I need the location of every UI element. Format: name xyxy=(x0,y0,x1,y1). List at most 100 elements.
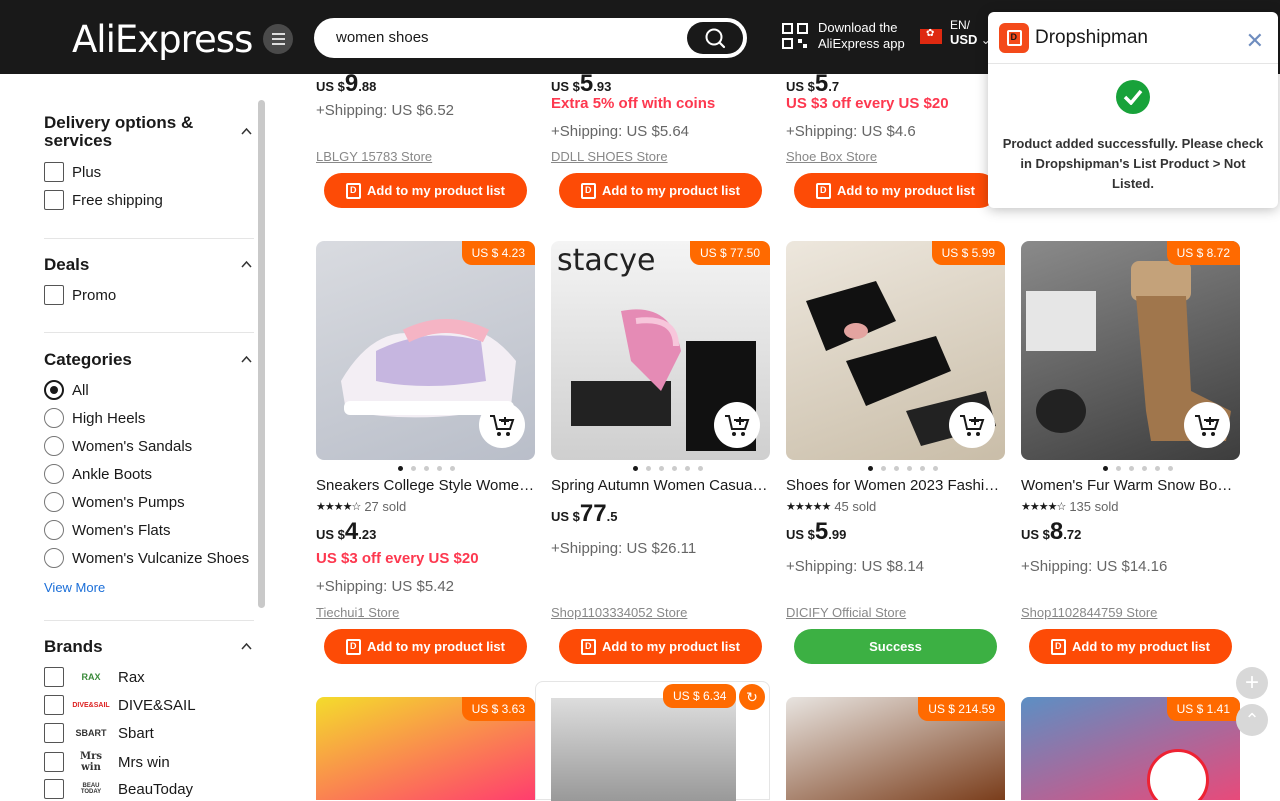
store-link[interactable]: DICIFY Official Store xyxy=(786,605,906,620)
brand-label: Mrs win xyxy=(118,753,170,771)
add-to-cart-button[interactable] xyxy=(714,402,760,448)
menu-button[interactable] xyxy=(263,24,293,54)
category-all[interactable]: All xyxy=(44,380,89,400)
add-floating-button[interactable]: + xyxy=(1236,667,1268,699)
deals-title: Deals xyxy=(44,255,90,274)
image-carousel-dots[interactable] xyxy=(868,466,938,471)
brand-beautoday[interactable]: BEAU TODAY BeauToday xyxy=(44,779,193,799)
brands-section-header[interactable]: Brands xyxy=(44,638,254,658)
brand-label: Sbart xyxy=(118,724,154,742)
category-womens-vulcanize-shoes[interactable]: Women's Vulcanize Shoes xyxy=(44,548,249,568)
radio[interactable] xyxy=(44,408,64,428)
brand-dive-sail[interactable]: DIVE&SAIL DIVE&SAIL xyxy=(44,695,196,715)
image-carousel-dots[interactable] xyxy=(1103,466,1173,471)
scroll-to-top-button[interactable]: ⌃ xyxy=(1236,704,1268,736)
product-title[interactable]: Women's Fur Warm Snow Boots... xyxy=(1021,477,1240,494)
product-card[interactable]: US $ 5.99 Shoes for Women 2023 Fashion..… xyxy=(786,241,1005,665)
product-title[interactable]: Shoes for Women 2023 Fashion... xyxy=(786,477,1005,494)
store-link[interactable]: LBLGY 15783 Store xyxy=(316,149,432,164)
product-card[interactable]: stacye US $ 77.50 Spring Autumn Women Ca… xyxy=(551,241,770,665)
radio[interactable] xyxy=(44,520,64,540)
sidebar-scrollbar[interactable] xyxy=(258,100,265,608)
product-image[interactable] xyxy=(551,698,736,801)
product-image[interactable]: stacye US $ 77.50 xyxy=(551,241,770,460)
button-label: Success xyxy=(869,639,922,654)
search-input[interactable] xyxy=(336,29,676,46)
filter-plus[interactable]: Plus xyxy=(44,162,101,182)
checkbox[interactable] xyxy=(44,752,64,772)
product-title[interactable]: Spring Autumn Women Casual ... xyxy=(551,477,770,494)
delivery-section-header[interactable]: Delivery options & services xyxy=(44,114,254,154)
category-label: Women's Pumps xyxy=(72,493,185,511)
product-card[interactable]: US $9.88 +Shipping: US $6.52 LBLGY 15783… xyxy=(316,64,535,214)
add-to-cart-button[interactable] xyxy=(1184,402,1230,448)
dropshipman-quick-icon[interactable]: ↻ xyxy=(737,682,767,712)
category-womens-sandals[interactable]: Women's Sandals xyxy=(44,436,192,456)
store-link[interactable]: Shop1102844759 Store xyxy=(1021,605,1157,620)
product-image[interactable]: US $ 8.72 xyxy=(1021,241,1240,460)
add-to-product-list-button[interactable]: Add to my product list xyxy=(324,629,527,664)
image-carousel-dots[interactable] xyxy=(398,466,455,471)
product-image[interactable]: US $ 214.59 xyxy=(786,697,1005,800)
add-to-cart-button[interactable] xyxy=(479,402,525,448)
brand-sbart[interactable]: SBART Sbart xyxy=(44,723,154,743)
aliexpress-logo[interactable]: AliExpress xyxy=(72,18,253,61)
product-card[interactable]: US $ 8.72 Women's Fur Warm Snow Boots...… xyxy=(1021,241,1240,665)
product-card[interactable]: US $5.93 Extra 5% off with coins +Shippi… xyxy=(551,64,770,214)
language-label: EN/ xyxy=(950,18,971,32)
search-button[interactable] xyxy=(687,22,743,54)
radio[interactable] xyxy=(44,464,64,484)
categories-section-header[interactable]: Categories xyxy=(44,351,254,371)
add-to-product-list-button[interactable]: Add to my product list xyxy=(559,629,762,664)
checkbox[interactable] xyxy=(44,190,64,210)
brand-mrs-win[interactable]: Mrs win Mrs win xyxy=(44,751,170,773)
price: US $5.7 xyxy=(786,70,839,98)
product-image[interactable]: US $ 4.23 xyxy=(316,241,535,460)
category-ankle-boots[interactable]: Ankle Boots xyxy=(44,464,152,484)
brand-rax[interactable]: RAX Rax xyxy=(44,667,145,687)
add-to-product-list-button[interactable]: Add to my product list xyxy=(324,173,527,208)
product-image[interactable]: US $ 1.41 xyxy=(1021,697,1240,800)
filter-free-shipping[interactable]: Free shipping xyxy=(44,190,163,210)
product-image[interactable]: US $ 5.99 xyxy=(786,241,1005,460)
close-icon[interactable]: ✕ xyxy=(1246,28,1264,54)
checkbox[interactable] xyxy=(44,695,64,715)
deals-section-header[interactable]: Deals xyxy=(44,256,254,276)
add-to-product-list-button[interactable]: Add to my product list xyxy=(1029,629,1232,664)
dropshipman-bag-icon xyxy=(816,182,832,199)
success-button[interactable]: Success xyxy=(794,629,997,664)
product-title[interactable]: Sneakers College Style Women ... xyxy=(316,477,535,494)
category-womens-pumps[interactable]: Women's Pumps xyxy=(44,492,185,512)
store-link[interactable]: Shop1103334052 Store xyxy=(551,605,687,620)
category-high-heels[interactable]: High Heels xyxy=(44,408,145,428)
store-link[interactable]: Tiechui1 Store xyxy=(316,605,399,620)
price-int: 9 xyxy=(344,70,359,97)
image-carousel-dots[interactable] xyxy=(633,466,703,471)
product-card-hover[interactable]: US $ 6.34 ↻ xyxy=(535,681,770,801)
add-to-product-list-button[interactable]: Add to my product list xyxy=(794,173,997,208)
product-card[interactable]: US $5.7 US $3 off every US $20 +Shipping… xyxy=(786,64,1005,214)
radio[interactable] xyxy=(44,548,64,568)
store-link[interactable]: Shoe Box Store xyxy=(786,149,877,164)
dropshipman-chart-icon[interactable] xyxy=(1147,749,1209,800)
checkbox[interactable] xyxy=(44,723,64,743)
radio-selected[interactable] xyxy=(44,380,64,400)
price-currency: US $ xyxy=(316,79,345,94)
filter-promo[interactable]: Promo xyxy=(44,285,116,305)
checkbox[interactable] xyxy=(44,779,64,799)
add-to-cart-button[interactable] xyxy=(949,402,995,448)
product-card[interactable]: US $ 4.23 Sneakers College Style Women .… xyxy=(316,241,535,665)
add-to-product-list-button[interactable]: Add to my product list xyxy=(559,173,762,208)
view-more-link[interactable]: View More xyxy=(44,580,105,595)
price-badge: US $ 77.50 xyxy=(689,241,770,265)
product-image[interactable]: US $ 3.63 xyxy=(316,697,535,800)
checkbox[interactable] xyxy=(44,285,64,305)
language-currency-selector[interactable]: EN/USD ⌄ xyxy=(920,18,991,47)
download-app-link[interactable]: Download the AliExpress app xyxy=(782,20,905,52)
radio[interactable] xyxy=(44,492,64,512)
checkbox[interactable] xyxy=(44,667,64,687)
category-womens-flats[interactable]: Women's Flats xyxy=(44,520,170,540)
store-link[interactable]: DDLL SHOES Store xyxy=(551,149,668,164)
checkbox[interactable] xyxy=(44,162,64,182)
radio[interactable] xyxy=(44,436,64,456)
